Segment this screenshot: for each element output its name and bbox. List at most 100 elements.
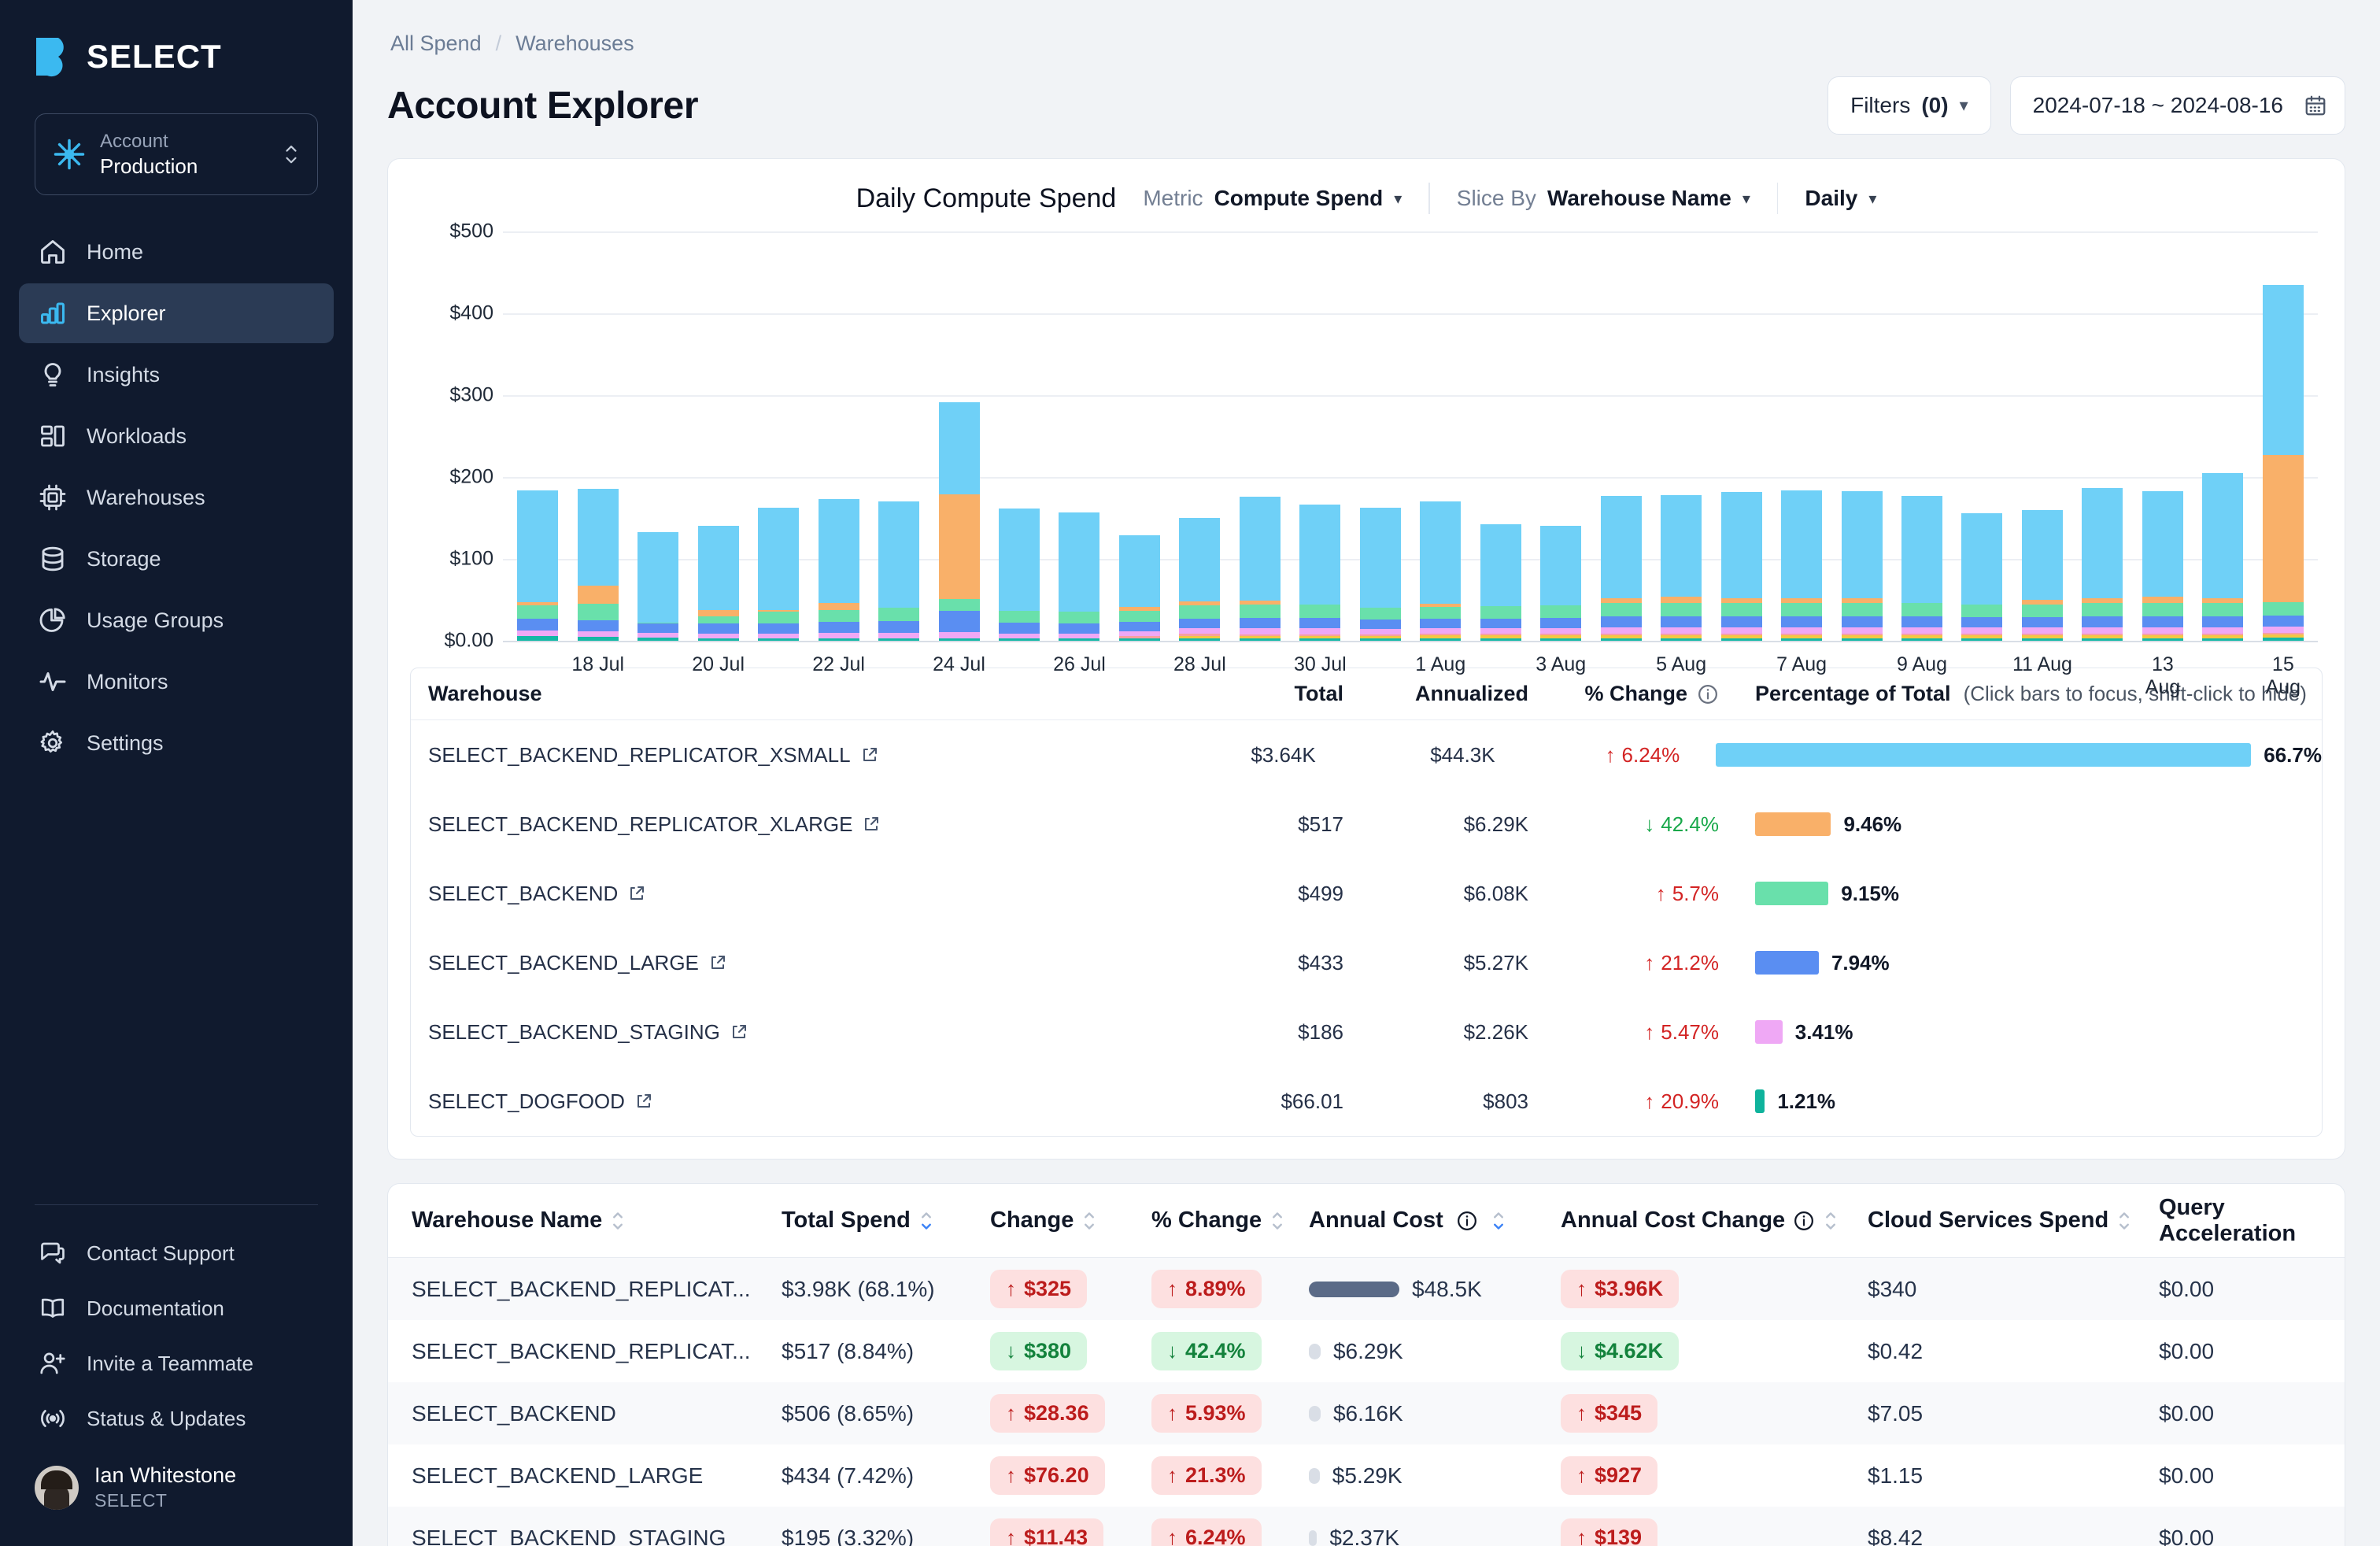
bar-slot[interactable] [808, 231, 868, 641]
slice-by-selector[interactable]: Slice By Warehouse Name ▾ [1457, 186, 1750, 211]
bar-segment[interactable] [999, 611, 1040, 623]
stacked-bar[interactable] [2082, 488, 2123, 641]
bar-segment[interactable] [517, 490, 558, 602]
bar-slot[interactable] [929, 231, 989, 641]
stacked-bar[interactable] [1661, 495, 1702, 641]
stacked-bar[interactable] [2142, 491, 2183, 641]
bar-slot[interactable] [1170, 231, 1229, 641]
th-cloud-services-spend[interactable]: Cloud Services Spend [1868, 1206, 2159, 1236]
bar-segment[interactable] [1540, 638, 1581, 641]
th-annual-cost-change[interactable]: Annual Cost Change [1561, 1206, 1868, 1236]
sidebar-item-usage-groups[interactable]: Usage Groups [19, 590, 334, 650]
stacked-bar[interactable] [878, 501, 919, 641]
bar-segment[interactable] [1961, 627, 2002, 633]
bar-segment[interactable] [2022, 605, 2063, 617]
bar-segment[interactable] [2022, 627, 2063, 633]
legend-row[interactable]: SELECT_BACKEND_LARGE$433$5.27K↑21.2%7.94… [411, 928, 2322, 997]
bar-segment[interactable] [517, 605, 558, 619]
bar-slot[interactable] [1772, 231, 1831, 641]
bar-segment[interactable] [1961, 513, 2002, 605]
bar-segment[interactable] [1961, 617, 2002, 628]
legend-percentage[interactable]: 7.94% [1725, 951, 2322, 975]
bar-segment[interactable] [1240, 605, 1281, 618]
stacked-bar[interactable] [2022, 510, 2063, 641]
bar-segment[interactable] [2263, 616, 2304, 627]
bar-slot[interactable] [567, 231, 627, 641]
th-query-acceleration[interactable]: Query Acceleration [2159, 1195, 2321, 1247]
bar-segment[interactable] [1961, 605, 2002, 617]
bar-segment[interactable] [1781, 490, 1822, 598]
bar-segment[interactable] [1059, 623, 1099, 633]
bar-segment[interactable] [1901, 638, 1942, 641]
bar-segment[interactable] [2202, 473, 2243, 598]
bar-segment[interactable] [2202, 603, 2243, 616]
stacked-bar[interactable] [2202, 473, 2243, 641]
bar-segment[interactable] [1480, 524, 1521, 606]
stacked-bar[interactable] [1360, 508, 1401, 641]
legend-percentage-bar[interactable] [1716, 743, 2251, 767]
stacked-bar[interactable] [1299, 505, 1340, 641]
bar-segment[interactable] [1420, 638, 1461, 641]
legend-percentage[interactable]: 1.21% [1725, 1089, 2322, 1114]
bar-segment[interactable] [578, 637, 619, 641]
external-link-icon[interactable] [634, 1092, 653, 1111]
legend-percentage[interactable]: 66.7% [1686, 743, 2322, 767]
bar-segment[interactable] [1240, 638, 1281, 641]
table-row[interactable]: SELECT_BACKEND_REPLICAT...$517 (8.84%)↓$… [388, 1320, 2345, 1382]
bar-segment[interactable] [1661, 627, 1702, 633]
cell-warehouse-name[interactable]: SELECT_BACKEND_REPLICAT... [412, 1277, 782, 1302]
table-row[interactable]: SELECT_BACKEND_LARGE$434 (7.42%)↑$76.20↑… [388, 1444, 2345, 1507]
bar-segment[interactable] [939, 632, 980, 638]
sidebar-item-invite-teammate[interactable]: Invite a Teammate [19, 1337, 334, 1389]
bar-segment[interactable] [1601, 603, 1642, 616]
bar-segment[interactable] [1781, 627, 1822, 633]
bar-segment[interactable] [1240, 497, 1281, 601]
bar-segment[interactable] [1420, 501, 1461, 604]
bar-segment[interactable] [939, 402, 980, 494]
info-icon[interactable] [1793, 1210, 1815, 1232]
bar-segment[interactable] [1901, 627, 1942, 633]
bar-segment[interactable] [1179, 605, 1220, 619]
bar-segment[interactable] [1901, 603, 1942, 616]
bar-segment[interactable] [1480, 638, 1521, 641]
bar-segment[interactable] [1360, 620, 1401, 629]
external-link-icon[interactable] [862, 815, 881, 834]
bar-segment[interactable] [638, 638, 678, 641]
stacked-bar[interactable] [1842, 491, 1883, 641]
breadcrumb-all-spend[interactable]: All Spend [390, 31, 482, 56]
stacked-bar[interactable] [1119, 535, 1160, 641]
legend-percentage[interactable]: 3.41% [1725, 1020, 2322, 1045]
date-range-picker[interactable]: 2024-07-18 ~ 2024-08-16 [2010, 76, 2345, 135]
stacked-bar[interactable] [578, 489, 619, 641]
bar-segment[interactable] [1420, 607, 1461, 619]
legend-percentage-bar[interactable] [1755, 1020, 1783, 1044]
bar-slot[interactable] [688, 231, 748, 641]
bar-segment[interactable] [1240, 618, 1281, 629]
stacked-bar[interactable] [1179, 518, 1220, 641]
bar-segment[interactable] [2142, 627, 2183, 633]
bar-slot[interactable] [628, 231, 688, 641]
bar-slot[interactable] [1831, 231, 1891, 641]
brand-logo[interactable]: SELECT [0, 0, 353, 77]
bar-slot[interactable] [1952, 231, 2012, 641]
bar-slot[interactable] [1230, 231, 1290, 641]
bar-segment[interactable] [2263, 285, 2304, 455]
bar-segment[interactable] [1119, 622, 1160, 631]
bar-segment[interactable] [2022, 617, 2063, 628]
bar-segment[interactable] [2082, 627, 2123, 633]
sidebar-item-workloads[interactable]: Workloads [19, 406, 334, 466]
bar-segment[interactable] [1540, 618, 1581, 629]
cell-warehouse-name[interactable]: SELECT_BACKEND_STAGING [412, 1526, 782, 1546]
table-row[interactable]: SELECT_BACKEND_REPLICAT...$3.98K (68.1%)… [388, 1258, 2345, 1320]
bar-segment[interactable] [1721, 627, 1762, 633]
bar-segment[interactable] [999, 509, 1040, 611]
bar-segment[interactable] [1059, 638, 1099, 641]
bar-slot[interactable] [1351, 231, 1410, 641]
bar-segment[interactable] [1661, 597, 1702, 603]
sidebar-item-warehouses[interactable]: Warehouses [19, 468, 334, 527]
bar-slot[interactable] [2012, 231, 2072, 641]
cell-warehouse-name[interactable]: SELECT_BACKEND [412, 1401, 782, 1426]
legend-row[interactable]: SELECT_DOGFOOD$66.01$803↑20.9%1.21% [411, 1067, 2322, 1136]
sidebar-item-settings[interactable]: Settings [19, 713, 334, 773]
stacked-bar[interactable] [1781, 490, 1822, 641]
